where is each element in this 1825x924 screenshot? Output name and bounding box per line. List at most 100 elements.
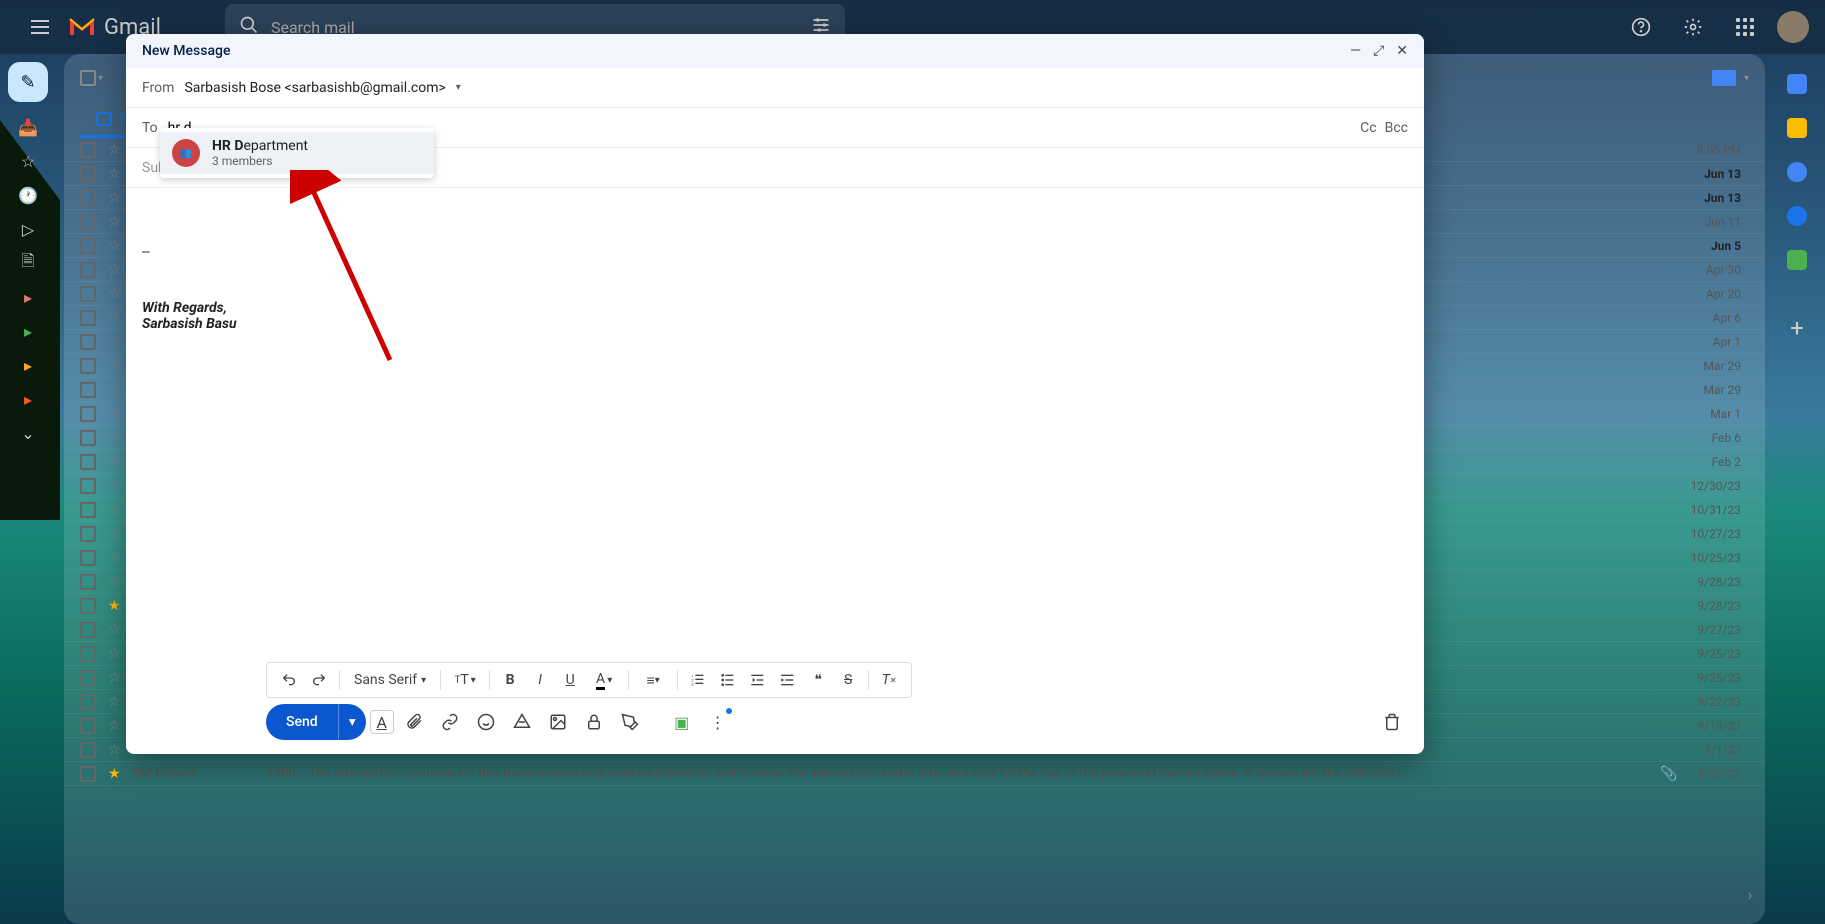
settings-button[interactable] bbox=[1673, 7, 1713, 47]
attach-file-button[interactable] bbox=[398, 706, 430, 738]
indent-more-button[interactable] bbox=[774, 666, 802, 694]
star-icon[interactable]: ☆ bbox=[108, 694, 121, 710]
send-button[interactable]: Send bbox=[266, 704, 338, 740]
font-size-button[interactable]: TT▾ bbox=[447, 666, 483, 694]
numbered-list-button[interactable]: 123 bbox=[684, 666, 712, 694]
star-icon[interactable]: ☆ bbox=[108, 478, 121, 494]
scroll-right-button[interactable]: › bbox=[1735, 864, 1765, 924]
more-nav[interactable]: ⌄ bbox=[12, 424, 44, 442]
add-addon-button[interactable]: + bbox=[1790, 314, 1804, 342]
email-checkbox[interactable] bbox=[80, 238, 96, 254]
star-icon[interactable]: ☆ bbox=[108, 262, 121, 278]
keep-app[interactable] bbox=[1787, 118, 1807, 138]
drafts-nav[interactable]: 🗎 bbox=[12, 254, 44, 272]
star-icon[interactable]: ☆ bbox=[108, 430, 121, 446]
strikethrough-button[interactable]: S bbox=[834, 666, 862, 694]
email-row[interactable]: ★ BM Birpara CIBIL - The information con… bbox=[64, 762, 1765, 786]
suggestion-item[interactable]: 👥 HR Department 3 members bbox=[160, 132, 434, 174]
star-icon[interactable]: ☆ bbox=[108, 142, 121, 158]
bcc-button[interactable]: Bcc bbox=[1385, 120, 1408, 136]
insert-signature-button[interactable] bbox=[614, 706, 646, 738]
underline-button[interactable]: U bbox=[556, 666, 584, 694]
star-icon[interactable]: ☆ bbox=[108, 574, 121, 590]
support-button[interactable] bbox=[1621, 7, 1661, 47]
insert-emoji-button[interactable] bbox=[470, 706, 502, 738]
account-avatar[interactable] bbox=[1777, 11, 1809, 43]
contacts-app[interactable] bbox=[1787, 206, 1807, 226]
email-checkbox[interactable] bbox=[80, 526, 96, 542]
input-tools-toggle[interactable] bbox=[1712, 70, 1736, 86]
cc-button[interactable]: Cc bbox=[1360, 120, 1376, 136]
email-checkbox[interactable] bbox=[80, 262, 96, 278]
insert-drive-button[interactable] bbox=[506, 706, 538, 738]
star-icon[interactable]: ☆ bbox=[108, 454, 121, 470]
font-selector[interactable]: Sans Serif ▾ bbox=[346, 672, 434, 688]
star-icon[interactable]: ☆ bbox=[108, 526, 121, 542]
email-checkbox[interactable] bbox=[80, 502, 96, 518]
undo-button[interactable] bbox=[275, 666, 303, 694]
email-checkbox[interactable] bbox=[80, 574, 96, 590]
star-icon[interactable]: ☆ bbox=[108, 646, 121, 662]
star-icon[interactable]: ☆ bbox=[108, 286, 121, 302]
discard-draft-button[interactable] bbox=[1376, 706, 1408, 738]
inbox-nav[interactable]: 📥 bbox=[12, 118, 44, 136]
snoozed-nav[interactable]: 🕐 bbox=[12, 186, 44, 204]
email-checkbox[interactable] bbox=[80, 550, 96, 566]
star-icon[interactable]: ☆ bbox=[108, 670, 121, 686]
email-checkbox[interactable] bbox=[80, 694, 96, 710]
star-icon[interactable]: ☆ bbox=[108, 382, 121, 398]
align-button[interactable]: ≡▾ bbox=[635, 666, 671, 694]
star-icon[interactable]: ☆ bbox=[108, 742, 121, 758]
star-icon[interactable]: ☆ bbox=[108, 502, 121, 518]
fullscreen-button[interactable]: ⤢ bbox=[1373, 43, 1384, 59]
addon-app[interactable] bbox=[1787, 250, 1807, 270]
tasks-app[interactable] bbox=[1787, 162, 1807, 182]
label-nav-3[interactable]: ▸ bbox=[12, 356, 44, 374]
email-checkbox[interactable] bbox=[80, 478, 96, 494]
star-icon[interactable]: ☆ bbox=[108, 190, 121, 206]
confidential-mode-button[interactable] bbox=[578, 706, 610, 738]
remove-formatting-button[interactable]: T✕ bbox=[875, 666, 903, 694]
select-all-checkbox[interactable]: ▾ bbox=[80, 70, 103, 86]
star-icon[interactable]: ☆ bbox=[108, 718, 121, 734]
starred-nav[interactable]: ☆ bbox=[12, 152, 44, 170]
email-checkbox[interactable] bbox=[80, 406, 96, 422]
bullet-list-button[interactable] bbox=[714, 666, 742, 694]
star-icon[interactable]: ☆ bbox=[108, 550, 121, 566]
insert-link-button[interactable] bbox=[434, 706, 466, 738]
minimize-button[interactable]: — bbox=[1350, 43, 1361, 59]
email-checkbox[interactable] bbox=[80, 622, 96, 638]
sent-nav[interactable]: ▷ bbox=[12, 220, 44, 238]
email-checkbox[interactable] bbox=[80, 286, 96, 302]
send-options-button[interactable]: ▾ bbox=[338, 704, 366, 740]
label-nav-1[interactable]: ▸ bbox=[12, 288, 44, 306]
email-checkbox[interactable] bbox=[80, 454, 96, 470]
email-checkbox[interactable] bbox=[80, 670, 96, 686]
calendar-app[interactable] bbox=[1787, 74, 1807, 94]
chevron-down-icon[interactable]: ▾ bbox=[456, 82, 461, 93]
email-checkbox[interactable] bbox=[80, 430, 96, 446]
text-color-button[interactable]: A▾ bbox=[586, 666, 622, 694]
star-icon[interactable]: ☆ bbox=[108, 166, 121, 182]
star-icon[interactable]: ☆ bbox=[108, 238, 121, 254]
email-checkbox[interactable] bbox=[80, 358, 96, 374]
star-icon[interactable]: ☆ bbox=[108, 622, 121, 638]
more-options-button[interactable]: ⋮ bbox=[702, 706, 734, 738]
email-checkbox[interactable] bbox=[80, 334, 96, 350]
chevron-down-icon[interactable]: ▾ bbox=[1744, 73, 1749, 84]
star-icon[interactable]: ☆ bbox=[108, 406, 121, 422]
email-checkbox[interactable] bbox=[80, 190, 96, 206]
bold-button[interactable]: B bbox=[496, 666, 524, 694]
addon-button[interactable]: ▣ bbox=[666, 706, 698, 738]
text-format-toggle[interactable]: A bbox=[370, 710, 394, 734]
email-checkbox[interactable] bbox=[80, 166, 96, 182]
email-checkbox[interactable] bbox=[80, 142, 96, 158]
email-checkbox[interactable] bbox=[80, 646, 96, 662]
star-icon[interactable]: ☆ bbox=[108, 214, 121, 230]
compose-button[interactable]: ✎ bbox=[8, 62, 48, 102]
email-checkbox[interactable] bbox=[80, 382, 96, 398]
indent-less-button[interactable] bbox=[744, 666, 772, 694]
star-icon[interactable]: ★ bbox=[108, 598, 121, 614]
email-checkbox[interactable] bbox=[80, 310, 96, 326]
email-checkbox[interactable] bbox=[80, 598, 96, 614]
